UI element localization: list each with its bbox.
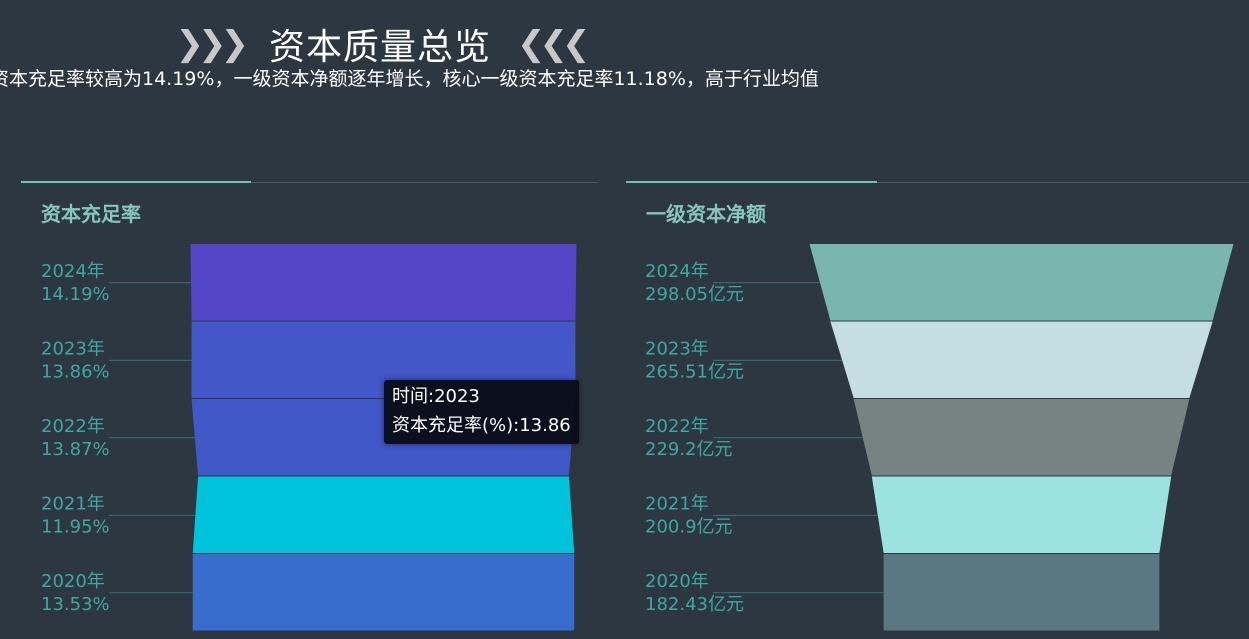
funnel-label-year: 2023年 bbox=[645, 338, 709, 359]
funnel-label-value: 13.86% bbox=[41, 361, 110, 382]
funnel-label-year: 2022年 bbox=[41, 416, 105, 437]
funnel-segment[interactable] bbox=[192, 554, 575, 631]
funnel-segment[interactable] bbox=[809, 244, 1234, 321]
funnel-label-year: 2021年 bbox=[645, 493, 709, 514]
funnel-label-value: 298.05亿元 bbox=[645, 284, 744, 305]
funnel-segment[interactable] bbox=[883, 554, 1160, 631]
funnel-label-value: 13.53% bbox=[41, 594, 110, 615]
funnel-label-year: 2023年 bbox=[41, 338, 105, 359]
funnel-label-value: 182.43亿元 bbox=[645, 594, 744, 615]
funnel-label-year: 2024年 bbox=[645, 261, 709, 282]
funnel-segment[interactable] bbox=[192, 476, 575, 554]
funnel-charts: 2024年14.19%2023年13.86%2022年13.87%2021年11… bbox=[41, 244, 1234, 631]
funnel-label-value: 14.19% bbox=[41, 284, 110, 305]
chart-tooltip: 时间:2023 资本充足率(%):13.86 bbox=[384, 380, 579, 444]
funnel-label-year: 2024年 bbox=[41, 261, 105, 282]
funnel-label-value: 11.95% bbox=[41, 516, 110, 537]
funnel-label-value: 265.51亿元 bbox=[645, 361, 744, 382]
funnel-label-year: 2020年 bbox=[645, 571, 709, 592]
funnel-segment[interactable] bbox=[871, 476, 1172, 554]
funnel-tier1-capital: 2024年298.05亿元 2023年265.51亿元 2022年229.2亿元 20… bbox=[645, 244, 1234, 631]
funnel-label-value: 229.2亿元 bbox=[645, 439, 733, 460]
funnel-label-year: 2020年 bbox=[41, 571, 105, 592]
funnel-segment[interactable] bbox=[830, 321, 1213, 399]
tooltip-time: 时间:2023 bbox=[392, 386, 480, 407]
funnel-segment[interactable] bbox=[190, 244, 577, 321]
funnel-label-year: 2022年 bbox=[645, 416, 709, 437]
funnel-label-value: 200.9亿元 bbox=[645, 516, 733, 537]
funnel-label-year: 2021年 bbox=[41, 493, 105, 514]
tooltip-value: 资本充足率(%):13.86 bbox=[392, 415, 571, 436]
funnel-label-value: 13.87% bbox=[41, 439, 110, 460]
funnel-segment[interactable] bbox=[853, 399, 1190, 476]
